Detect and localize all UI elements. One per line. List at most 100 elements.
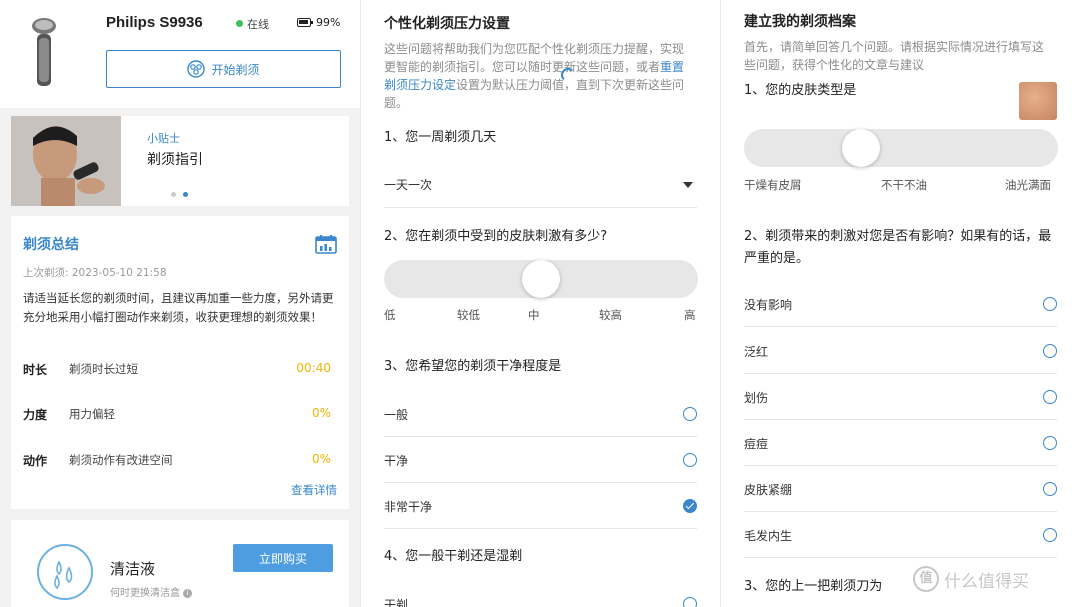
tip-tag: 小贴士 <box>147 132 180 145</box>
pressure-settings-desc: 这些问题将帮助我们为您匹配个性化剃须压力提醒，实现更智能的剃须指引。您可以随时更… <box>384 40 694 112</box>
battery-icon <box>297 18 313 27</box>
divider <box>744 419 1057 420</box>
pressure-value: 0% <box>311 406 331 420</box>
duration-key: 时长 <box>23 363 48 377</box>
cleaning-fluid-subtitle: 何时更换清洁盒 i <box>110 584 192 599</box>
irritation-option: 划伤 <box>744 391 769 405</box>
cleanliness-option: 非常干净 <box>384 500 433 514</box>
shaving-advice: 请适当延长您的剃须时间，且建议再加重一些力度，另外请更充分地采用小幅打圈动作来剃… <box>23 291 334 324</box>
divider <box>384 528 697 529</box>
cleaning-fluid-title: 清洁液 <box>110 560 156 578</box>
cleanliness-option-radio[interactable] <box>683 499 697 513</box>
shave-frequency-select[interactable]: 一天一次 <box>384 176 432 193</box>
start-shaving-label: 开始剃须 <box>211 62 260 77</box>
divider <box>744 511 1057 512</box>
app-home-panel: Philips S9936 在线 99% 开始剃须 小贴士 剃须指引 剃须总结 … <box>0 0 360 607</box>
irritation-option: 毛发内生 <box>744 529 793 543</box>
irritation-option-radio[interactable] <box>1043 436 1057 450</box>
skin-type-swatch <box>1019 82 1057 120</box>
irritation-option-radio[interactable] <box>1043 344 1057 358</box>
question-skin-irritation: 2、您在剃须中受到的皮肤刺激有多少? <box>384 229 608 244</box>
irritation-level-label: 较低 <box>457 308 480 322</box>
device-name: Philips S9936 <box>106 14 203 31</box>
cleanliness-option: 一般 <box>384 408 409 422</box>
skin-type-slider-thumb[interactable] <box>842 129 880 167</box>
device-header: Philips S9936 在线 99% 开始剃须 <box>0 0 360 108</box>
irritation-option: 没有影响 <box>744 298 793 312</box>
cleanliness-option-radio[interactable] <box>683 407 697 421</box>
online-status-icon <box>236 20 243 27</box>
motion-desc: 剃须动作有改进空间 <box>69 453 173 467</box>
irritation-option: 泛红 <box>744 345 769 359</box>
question-cleanliness: 3、您希望您的剃须干净程度是 <box>384 359 562 374</box>
pressure-key: 力度 <box>23 408 48 422</box>
skin-type-label: 不干不油 <box>881 178 927 192</box>
divider <box>744 557 1057 558</box>
question-previous-shaver: 3、您的上一把剃须刀为 <box>744 579 883 594</box>
pressure-settings-panel: 个性化剃须压力设置 这些问题将帮助我们为您匹配个性化剃须压力提醒，实现更智能的剃… <box>360 0 720 607</box>
shaver-product-image <box>32 18 56 86</box>
cleaning-fluid-icon <box>37 544 93 600</box>
watermark-text: 什么值得买 <box>944 571 1029 592</box>
pressure-settings-title: 个性化剃须压力设置 <box>384 16 510 32</box>
cleanliness-option: 干净 <box>384 454 409 468</box>
chevron-down-icon[interactable] <box>683 182 693 188</box>
divider <box>384 482 697 483</box>
question-shave-frequency: 1、您一周剃须几天 <box>384 130 497 145</box>
irritation-option-radio[interactable] <box>1043 390 1057 404</box>
skin-type-slider-track[interactable] <box>744 129 1058 167</box>
divider <box>384 436 697 437</box>
info-icon[interactable]: i <box>183 588 192 598</box>
irritation-level-label: 中 <box>528 308 540 322</box>
loading-spinner-icon <box>561 68 575 82</box>
calendar-chart-icon[interactable] <box>315 234 337 254</box>
watermark: 值 什么值得买 <box>913 566 1029 592</box>
irritation-option-radio[interactable] <box>1043 297 1057 311</box>
cleaning-fluid-subtitle-text: 何时更换清洁盒 <box>110 588 180 599</box>
profile-desc: 首先，请简单回答几个问题。请根据实际情况进行填写这些问题，获得个性化的文章与建议 <box>744 40 1045 72</box>
buy-now-button[interactable]: 立即购买 <box>233 544 333 572</box>
divider <box>744 326 1057 327</box>
irritation-option: 痘痘 <box>744 437 769 451</box>
motion-key: 动作 <box>23 454 48 468</box>
skin-type-label: 干燥有皮屑 <box>744 178 802 192</box>
cleaning-fluid-card: 清洁液 何时更换清洁盒 i 立即购买 <box>11 520 349 607</box>
skin-type-label: 油光满面 <box>1005 178 1051 192</box>
question-dry-or-wet: 4、您一般干剃还是湿剃 <box>384 549 523 564</box>
option-dry-shave: 干剃 <box>384 598 409 607</box>
pressure-desc: 用力偏轻 <box>69 407 115 421</box>
shaving-man-photo <box>11 116 121 206</box>
irritation-option-radio[interactable] <box>1043 482 1057 496</box>
irritation-option-radio[interactable] <box>1043 528 1057 542</box>
option-dry-shave-radio[interactable] <box>683 597 697 607</box>
divider <box>744 465 1057 466</box>
shaving-summary-card: 剃须总结 上次剃须: 2023-05-10 21:58 请适当延长您的剃须时间，… <box>11 216 349 509</box>
carousel-dot-2[interactable] <box>183 192 188 197</box>
watermark-logo-icon: 值 <box>913 566 939 592</box>
shaver-head-icon <box>187 60 206 78</box>
motion-value: 0% <box>311 452 331 466</box>
start-shaving-button[interactable]: 开始剃须 <box>106 50 341 88</box>
irritation-slider-thumb[interactable] <box>522 260 560 298</box>
duration-value: 00:40 <box>296 361 331 375</box>
tip-title: 剃须指引 <box>147 152 203 168</box>
profile-title: 建立我的剃须档案 <box>744 14 856 30</box>
last-shave-time: 上次剃须: 2023-05-10 21:58 <box>23 267 167 279</box>
battery-level: 99% <box>316 16 341 29</box>
divider <box>744 373 1057 374</box>
duration-desc: 剃须时长过短 <box>69 362 138 376</box>
shaving-profile-panel: 建立我的剃须档案 首先，请简单回答几个问题。请根据实际情况进行填写这些问题，获得… <box>720 0 1080 607</box>
irritation-level-label: 低 <box>384 308 396 322</box>
cleanliness-option-radio[interactable] <box>683 453 697 467</box>
irritation-option: 皮肤紧绷 <box>744 483 793 497</box>
carousel-dot-1[interactable] <box>171 192 176 197</box>
summary-title: 剃须总结 <box>23 237 79 253</box>
irritation-level-label: 较高 <box>599 308 622 322</box>
online-status-text: 在线 <box>247 18 269 31</box>
view-details-link[interactable]: 查看详情 <box>291 482 337 498</box>
desc-text-1: 这些问题将帮助我们为您匹配个性化剃须压力提醒，实现更智能的剃须指引。您可以随时更… <box>384 42 685 74</box>
tip-card[interactable]: 小贴士 剃须指引 <box>11 116 349 206</box>
question-skin-type: 1、您的皮肤类型是 <box>744 83 857 98</box>
irritation-level-label: 高 <box>684 308 696 322</box>
question-irritation-impact: 2、剃须带来的刺激对您是否有影响？如果有的话，最严重的是。 <box>744 229 1052 266</box>
